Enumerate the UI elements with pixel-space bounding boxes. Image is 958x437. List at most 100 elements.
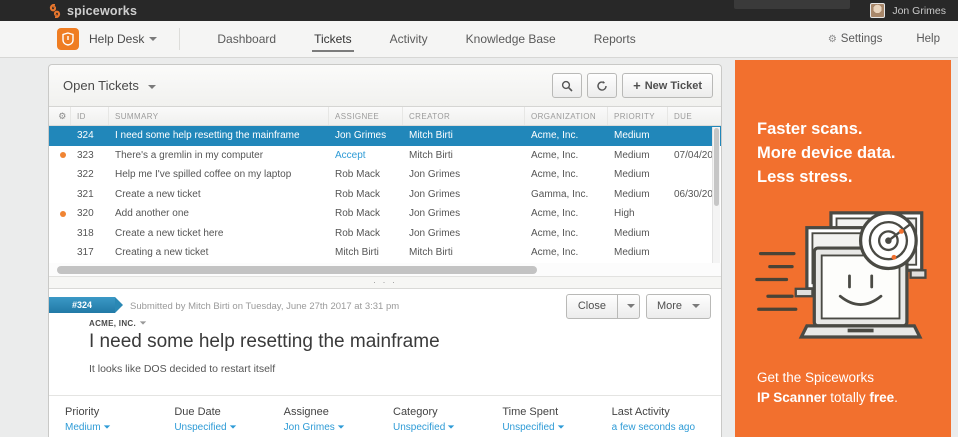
field-value-dropdown[interactable]: Unspecified bbox=[393, 422, 502, 433]
ticket-id-cell[interactable]: 321 bbox=[71, 189, 109, 200]
refresh-button[interactable] bbox=[587, 73, 617, 98]
ticket-priority-cell[interactable]: Medium bbox=[608, 247, 668, 258]
ticket-summary-cell[interactable]: Create a new ticket bbox=[109, 189, 329, 200]
close-dropdown-button[interactable] bbox=[618, 294, 640, 319]
ticket-id-cell[interactable]: 323 bbox=[71, 150, 109, 161]
ticket-assignee-cell[interactable]: Rob Mack bbox=[329, 189, 403, 200]
ticket-assignee-cell[interactable]: Mitch Birti bbox=[329, 247, 403, 258]
tab-reports[interactable]: Reports bbox=[584, 21, 646, 57]
field-value-dropdown[interactable]: a few seconds ago bbox=[612, 422, 721, 433]
ticket-summary-cell[interactable]: Create a new ticket here bbox=[109, 228, 329, 239]
ticket-organization-cell[interactable]: Acme, Inc. bbox=[525, 169, 608, 180]
speed-lines-icon bbox=[757, 254, 796, 310]
promo-sidebar[interactable]: Faster scans.More device data.Less stres… bbox=[735, 60, 951, 437]
ticket-summary-cell[interactable]: Add another one bbox=[109, 208, 329, 219]
ticket-creator-cell[interactable]: Jon Grimes bbox=[403, 208, 525, 219]
ticket-creator-cell[interactable]: Jon Grimes bbox=[403, 228, 525, 239]
chevron-down-icon bbox=[627, 304, 635, 308]
helpdesk-app-icon[interactable] bbox=[57, 28, 79, 50]
column-header-assignee[interactable]: ASSIGNEE bbox=[329, 107, 403, 125]
ticket-due-cell[interactable]: 06/30/20 bbox=[668, 189, 715, 200]
pane-splitter-handle[interactable]: · · · bbox=[49, 277, 721, 289]
ticket-assignee-cell[interactable]: Accept bbox=[329, 150, 403, 161]
tab-dashboard[interactable]: Dashboard bbox=[207, 21, 286, 57]
ticket-due-cell[interactable]: 07/04/20 bbox=[668, 150, 715, 161]
ticket-organization-cell[interactable]: Gamma, Inc. bbox=[525, 189, 608, 200]
ticket-organization-cell[interactable]: Acme, Inc. bbox=[525, 247, 608, 258]
help-button[interactable]: Help bbox=[916, 33, 940, 45]
ticket-creator-cell[interactable]: Mitch Birti bbox=[403, 130, 525, 141]
settings-button[interactable]: ⚙ Settings bbox=[828, 33, 883, 45]
table-row[interactable]: 321Create a new ticketRob MackJon Grimes… bbox=[49, 185, 721, 205]
field-value-dropdown[interactable]: Medium bbox=[65, 422, 174, 433]
ticket-id-cell[interactable]: 324 bbox=[71, 130, 109, 141]
field-value-text: Unspecified bbox=[393, 422, 445, 433]
table-row[interactable]: 324I need some help resetting the mainfr… bbox=[49, 126, 721, 146]
table-row[interactable]: 318Create a new ticket hereRob MackJon G… bbox=[49, 224, 721, 244]
column-header-priority[interactable]: PRIORITY bbox=[608, 107, 668, 125]
vertical-scrollbar-thumb[interactable] bbox=[714, 128, 719, 206]
ticket-priority-cell[interactable]: High bbox=[608, 208, 668, 219]
ticket-summary-cell[interactable]: Creating a new ticket bbox=[109, 247, 329, 258]
new-ticket-button[interactable]: + New Ticket bbox=[622, 73, 713, 98]
horizontal-scrollbar[interactable] bbox=[49, 263, 721, 277]
ticket-summary-cell[interactable]: I need some help resetting the mainframe bbox=[109, 130, 329, 141]
field-value-dropdown[interactable]: Jon Grimes bbox=[284, 422, 393, 433]
topbar-search-input[interactable] bbox=[734, 0, 850, 9]
ticket-id-cell[interactable]: 318 bbox=[71, 228, 109, 239]
more-button[interactable]: More bbox=[646, 294, 711, 319]
ticket-creator-cell[interactable]: Jon Grimes bbox=[403, 169, 525, 180]
column-header-creator[interactable]: CREATOR bbox=[403, 107, 525, 125]
app-switcher[interactable]: Help Desk bbox=[89, 32, 144, 46]
ticket-assignee-cell[interactable]: Rob Mack bbox=[329, 228, 403, 239]
ticket-assignee-cell[interactable]: Rob Mack bbox=[329, 208, 403, 219]
ticket-summary-cell[interactable]: There's a gremlin in my computer bbox=[109, 150, 329, 161]
field-value-dropdown[interactable]: Unspecified bbox=[502, 422, 611, 433]
column-header-organization[interactable]: ORGANIZATION bbox=[525, 107, 608, 125]
promo-cta-text[interactable]: Get the Spiceworks IP Scanner totally fr… bbox=[757, 368, 898, 409]
organization-label: ACME, INC. bbox=[89, 319, 136, 328]
search-button[interactable] bbox=[552, 73, 582, 98]
column-header-id[interactable]: ID bbox=[71, 107, 109, 125]
ticket-id-cell[interactable]: 317 bbox=[71, 247, 109, 258]
column-settings-gear[interactable]: ⚙ bbox=[49, 107, 71, 125]
ticket-priority-cell[interactable]: Medium bbox=[608, 130, 668, 141]
ticket-priority-cell[interactable]: Medium bbox=[608, 228, 668, 239]
tab-knowledge-base[interactable]: Knowledge Base bbox=[456, 21, 566, 57]
spiceworks-logo[interactable]: spiceworks bbox=[48, 4, 137, 18]
ticket-priority-cell[interactable]: Medium bbox=[608, 150, 668, 161]
close-button[interactable]: Close bbox=[566, 294, 618, 319]
ticket-id-cell[interactable]: 320 bbox=[71, 208, 109, 219]
organization-selector[interactable]: ACME, INC. bbox=[89, 319, 147, 328]
ticket-assignee-cell[interactable]: Rob Mack bbox=[329, 169, 403, 180]
horizontal-scrollbar-thumb[interactable] bbox=[57, 266, 537, 274]
tab-tickets[interactable]: Tickets bbox=[304, 21, 362, 57]
user-name[interactable]: Jon Grimes bbox=[892, 5, 946, 17]
ticket-creator-cell[interactable]: Mitch Birti bbox=[403, 150, 525, 161]
ticket-id-cell[interactable]: 322 bbox=[71, 169, 109, 180]
table-row[interactable]: 322Help me I've spilled coffee on my lap… bbox=[49, 165, 721, 185]
ticket-organization-cell[interactable]: Acme, Inc. bbox=[525, 150, 608, 161]
field-value-dropdown[interactable]: Unspecified bbox=[174, 422, 283, 433]
tab-activity[interactable]: Activity bbox=[380, 21, 438, 57]
ticket-view-selector[interactable]: Open Tickets bbox=[63, 78, 156, 93]
ticket-assignee-cell[interactable]: Jon Grimes bbox=[329, 130, 403, 141]
column-header-summary[interactable]: SUMMARY bbox=[109, 107, 329, 125]
column-header-due[interactable]: DUE bbox=[668, 107, 715, 125]
table-row[interactable]: 323There's a gremlin in my computer Accep… bbox=[49, 146, 721, 166]
field-assignee: AssigneeJon Grimes bbox=[284, 406, 393, 433]
ticket-organization-cell[interactable]: Acme, Inc. bbox=[525, 130, 608, 141]
table-row[interactable]: 320Add another oneRob MackJon GrimesAcme… bbox=[49, 204, 721, 224]
ticket-priority-cell[interactable]: Medium bbox=[608, 189, 668, 200]
table-row[interactable]: 317Creating a new ticketMitch BirtiMitch… bbox=[49, 243, 721, 263]
ticket-priority-cell[interactable]: Medium bbox=[608, 169, 668, 180]
vertical-scrollbar[interactable] bbox=[712, 127, 720, 264]
ticket-summary-cell[interactable]: Help me I've spilled coffee on my laptop bbox=[109, 169, 329, 180]
ticket-creator-cell[interactable]: Jon Grimes bbox=[403, 189, 525, 200]
brand-name: spiceworks bbox=[67, 4, 137, 18]
ticket-organization-cell[interactable]: Acme, Inc. bbox=[525, 228, 608, 239]
user-avatar[interactable] bbox=[870, 3, 885, 18]
ticket-creator-cell[interactable]: Mitch Birti bbox=[403, 247, 525, 258]
accept-link[interactable]: Accept bbox=[335, 150, 366, 161]
ticket-organization-cell[interactable]: Acme, Inc. bbox=[525, 208, 608, 219]
